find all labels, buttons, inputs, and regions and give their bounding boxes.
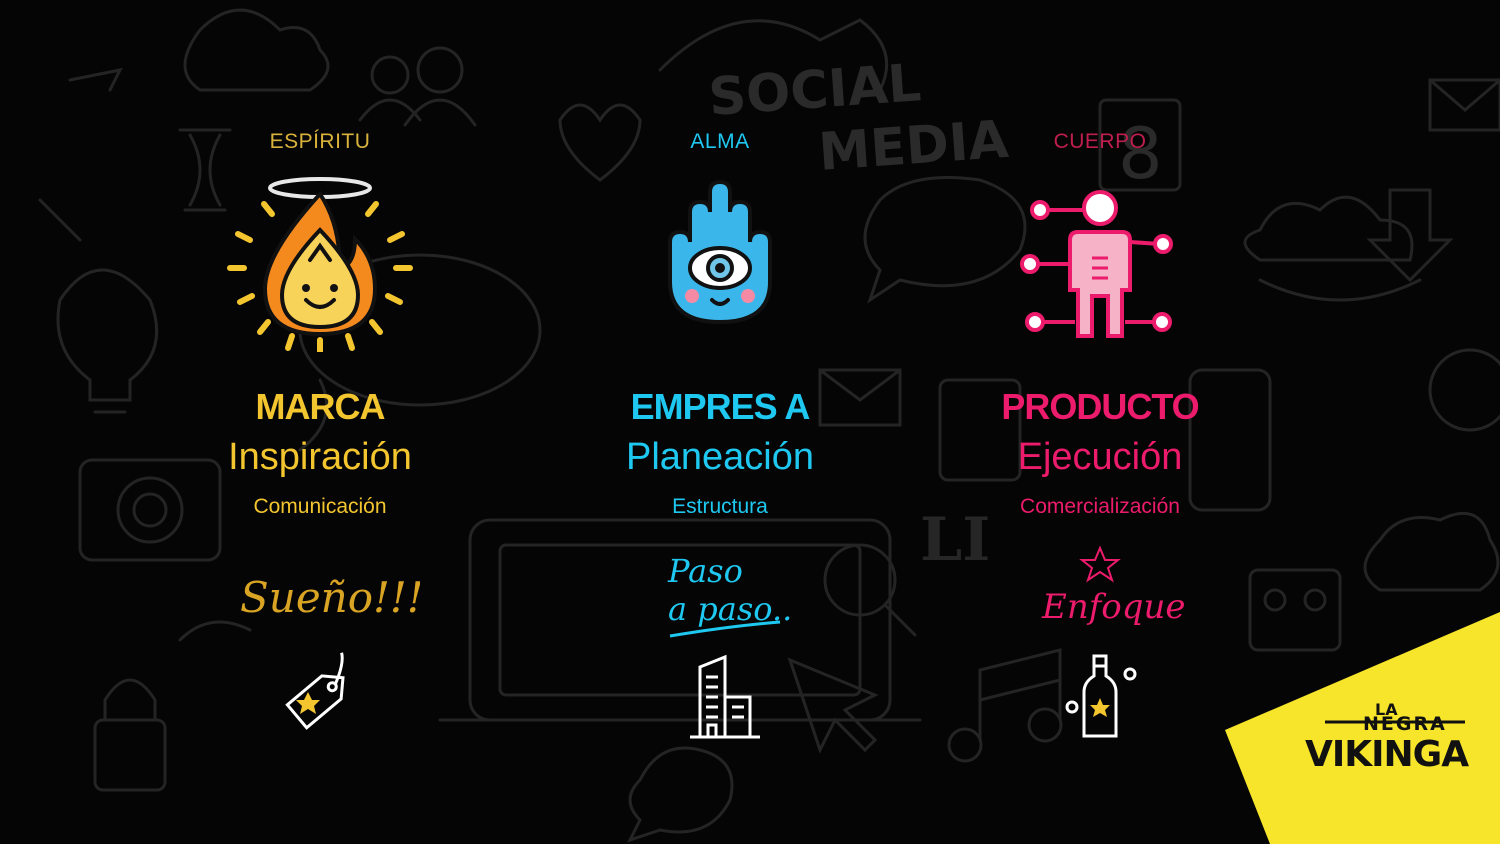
buildings-icon: [690, 654, 760, 739]
column-marca: ESPÍRITU MARCA Inspiración Comunicación …: [110, 0, 530, 844]
detail-comercializacion: Comercialización: [1020, 495, 1180, 518]
body-diagram-icon: [1020, 190, 1173, 338]
logo-line-negra: NEGRA: [1363, 713, 1447, 735]
logo-line-vikinga: VIKINGA: [1305, 734, 1469, 775]
price-tag-icon: [285, 652, 345, 730]
title-marca: MARCA: [255, 386, 386, 427]
hamsa-hand-icon: [668, 179, 772, 325]
title-producto: PRODUCTO: [1001, 386, 1199, 427]
script-text-sueno: Sueño!!!: [240, 573, 420, 622]
title-empresa: EMPRES A: [630, 386, 811, 427]
top-label-cuerpo: CUERPO: [1053, 130, 1147, 153]
script-text-paso: Paso: [667, 552, 743, 590]
top-label-espiritu: ESPÍRITU: [269, 130, 371, 153]
fire-spirit-icon: [227, 177, 413, 352]
handwritten-sueno: Sueño!!!: [240, 573, 420, 622]
top-label-alma: ALMA: [690, 130, 750, 153]
subtitle-inspiracion: Inspiración: [228, 436, 412, 478]
column-empresa: ALMA EMPRES A Planeación Estructura Paso…: [510, 0, 930, 844]
handwritten-paso-a-paso: Paso a paso..: [667, 552, 792, 638]
la-negra-vikinga-logo: LA NEGRA VIKINGA: [1225, 612, 1500, 844]
bottle-icon: [1065, 654, 1137, 738]
script-text-enfoque: Enfoque: [1041, 587, 1186, 627]
subtitle-planeacion: Planeación: [625, 436, 815, 478]
detail-estructura: Estructura: [672, 495, 768, 518]
subtitle-ejecucion: Ejecución: [1017, 436, 1183, 478]
detail-comunicacion: Comunicación: [253, 495, 387, 518]
handwritten-enfoque: Enfoque: [1041, 545, 1186, 627]
